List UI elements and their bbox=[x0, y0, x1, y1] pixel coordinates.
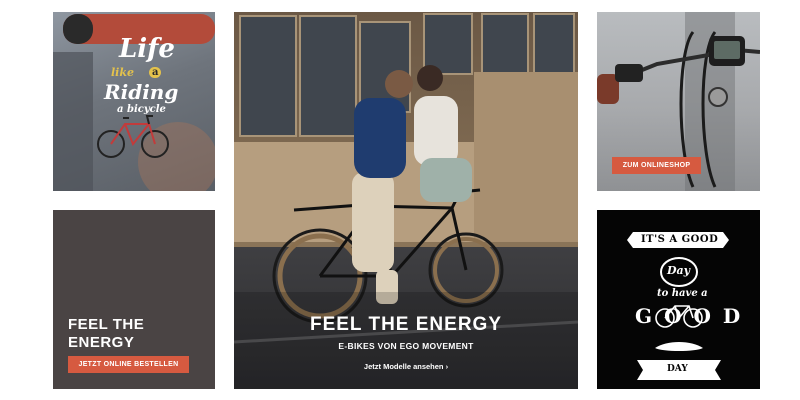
like-word: like bbox=[111, 66, 134, 79]
hero-subtitle: E-BIKES VON EGO MOVEMENT bbox=[338, 341, 474, 351]
its-a-good-word: IT'S A GOOD bbox=[641, 234, 719, 245]
good-day-tile[interactable]: IT'S A GOOD Day to have a GOOD DAY bbox=[597, 210, 760, 389]
hero-title: FEEL THE ENERGY bbox=[309, 314, 502, 335]
good-word: GOOD bbox=[635, 304, 753, 328]
a-bicycle-word: a bicycle bbox=[117, 104, 166, 115]
life-like-riding-tile[interactable]: Life like a Riding a bicycle bbox=[53, 12, 215, 191]
view-models-link[interactable]: Jetzt Modelle ansehen › bbox=[234, 362, 578, 371]
mustache-icon bbox=[655, 342, 703, 351]
onlineshop-tile: ZUM ONLINESHOP bbox=[597, 12, 760, 191]
life-word: Life bbox=[119, 34, 175, 64]
riding-word: Riding bbox=[104, 80, 179, 104]
feel-energy-tile: FEEL THE ENERGY JETZT ONLINE BESTELLEN bbox=[53, 210, 215, 389]
hero-banner[interactable]: FEEL THE ENERGY E-BIKES VON EGO MOVEMENT… bbox=[234, 12, 578, 389]
feel-energy-title: FEEL THE ENERGY bbox=[68, 316, 145, 351]
order-online-button[interactable]: JETZT ONLINE BESTELLEN bbox=[68, 356, 189, 373]
day-word-top: Day bbox=[667, 264, 691, 277]
to-have-a-word: to have a bbox=[657, 288, 708, 299]
onlineshop-button[interactable]: ZUM ONLINESHOP bbox=[612, 157, 701, 174]
day-word-bottom: DAY bbox=[667, 364, 688, 374]
